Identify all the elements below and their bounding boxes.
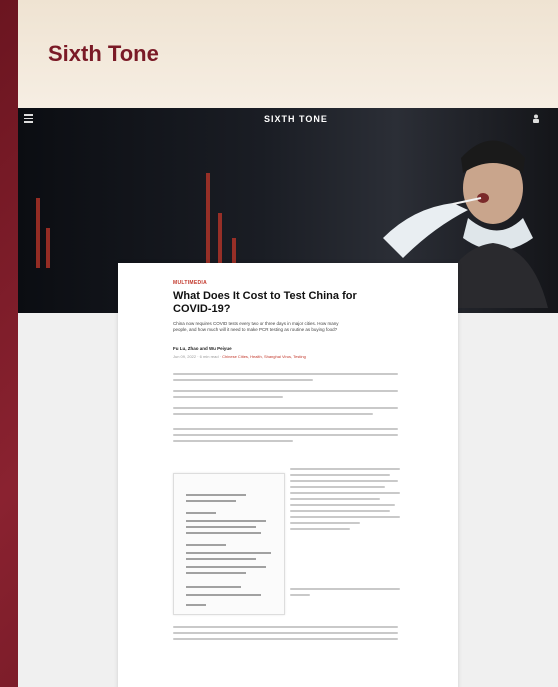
article-dek: China now requires COVID tests every two… xyxy=(173,321,339,332)
hero-bar xyxy=(46,228,50,268)
hero-bar xyxy=(218,213,222,268)
article-byline[interactable]: Fu Lu, Zhao and Wu Peiyue xyxy=(173,346,232,351)
menu-icon[interactable] xyxy=(24,114,33,123)
body-paragraph-4 xyxy=(173,428,398,446)
section-paragraph xyxy=(290,588,400,600)
body-paragraph-3 xyxy=(173,407,398,419)
article-kicker[interactable]: MULTIMEDIA xyxy=(173,280,207,286)
website-screenshot: SIXTH TONE MULTIMEDIA What Does It Cost … xyxy=(18,108,558,687)
article-tags[interactable]: Chinese Cities, Health, Shanghai Virus, … xyxy=(222,354,306,359)
site-logo[interactable]: SIXTH TONE xyxy=(264,114,328,124)
side-paragraph xyxy=(290,468,400,534)
article-headline: What Does It Cost to Test China for COVI… xyxy=(173,290,357,315)
article-date: Jun 09, 2022 · 6 min read · xyxy=(173,354,223,359)
article-card: MULTIMEDIA What Does It Cost to Test Chi… xyxy=(118,263,458,687)
body-paragraph-2 xyxy=(173,390,398,402)
receipt-image xyxy=(173,473,285,615)
brand-title: Sixth Tone xyxy=(48,41,159,66)
body-paragraph-1 xyxy=(173,373,398,385)
hero-bar xyxy=(36,198,40,268)
body-paragraph-5 xyxy=(173,626,398,644)
slide-header: Sixth Tone xyxy=(18,0,558,108)
slide: Sixth Tone SIXTH TONE MULTIMEDIA What Do… xyxy=(18,0,558,687)
article-meta: Jun 09, 2022 · 6 min read · Chinese Citi… xyxy=(173,354,306,359)
hero-bar xyxy=(206,173,210,268)
